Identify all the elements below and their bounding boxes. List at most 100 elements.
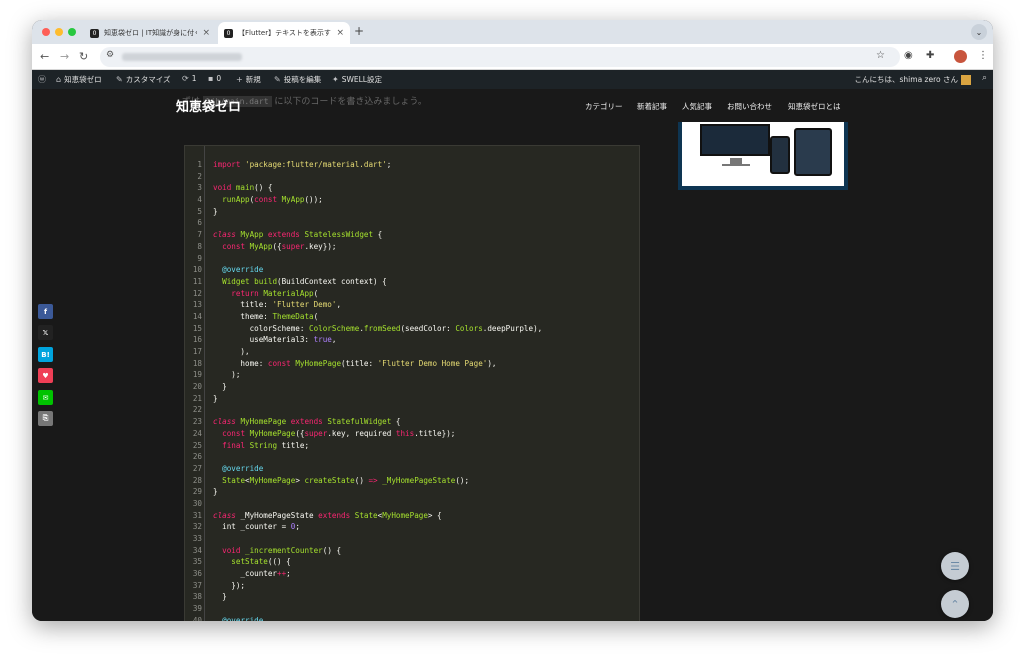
code-token: ; — [295, 522, 300, 532]
code-text: } — [213, 207, 218, 216]
reload-icon[interactable]: ↻ — [79, 50, 88, 63]
code-line: 19 ); — [185, 370, 639, 382]
tab-flutter-article[interactable]: 0 【Flutter】テキストを表示する方 × — [218, 22, 350, 44]
site-logo[interactable]: 知恵袋ゼロ — [176, 96, 241, 115]
code-token: useMaterial3: — [213, 335, 314, 345]
nav-category[interactable]: カテゴリー — [585, 101, 623, 112]
code-token: => — [368, 475, 383, 485]
code-token: MyHomePage — [249, 428, 296, 438]
line-number: 15 — [192, 323, 202, 333]
comment-icon: ▪ — [208, 74, 214, 83]
code-token: 'Flutter Demo Home Page' — [377, 358, 488, 368]
code-token: ; — [386, 160, 392, 169]
table-of-contents-button[interactable]: ☰ — [941, 552, 969, 580]
line-number: 32 — [192, 522, 202, 532]
nav-popular[interactable]: 人気記事 — [682, 101, 712, 112]
puzzle-icon[interactable]: ✚ — [926, 50, 934, 61]
browser-window: 0 知恵袋ゼロ | IT知識が身に付くブ × 0 【Flutter】テキストを表… — [32, 20, 993, 621]
code-token: title; — [281, 440, 310, 450]
code-token: } — [213, 487, 218, 497]
minimize-window-button[interactable] — [55, 28, 63, 36]
code-token: home: — [213, 358, 268, 368]
kebab-menu-icon[interactable]: ⋮ — [978, 50, 988, 61]
code-token: (BuildContext context) { — [277, 276, 387, 286]
code-text: } — [213, 394, 218, 403]
close-tab-icon[interactable]: × — [336, 28, 344, 38]
tab-chiebukuro-home[interactable]: 0 知恵袋ゼロ | IT知識が身に付くブ × — [84, 22, 216, 44]
wordpress-logo-icon[interactable]: ⓦ — [38, 74, 49, 85]
user-avatar — [961, 74, 971, 85]
admin-swell-settings[interactable]: ✦ SWELL設定 — [332, 74, 382, 85]
share-facebook-button[interactable]: f — [38, 304, 53, 319]
zoom-window-button[interactable] — [68, 28, 76, 36]
share-pocket-button[interactable]: ♥ — [38, 368, 53, 383]
code-text: @override — [213, 464, 263, 473]
code-token: } — [213, 382, 227, 392]
code-token: return — [231, 288, 264, 298]
code-token: }); — [213, 580, 246, 590]
nav-new-posts[interactable]: 新着記事 — [637, 101, 667, 112]
close-tab-icon[interactable]: × — [202, 28, 210, 38]
profile-avatar[interactable] — [954, 50, 967, 63]
admin-new[interactable]: + 新規 — [236, 74, 261, 85]
tab-title: 【Flutter】テキストを表示する方 — [238, 29, 331, 37]
code-text: const MyHomePage({super.key, required th… — [213, 429, 455, 438]
code-token: .title}); — [414, 428, 456, 438]
code-text: useMaterial3: true, — [213, 335, 337, 345]
line-number: 11 — [192, 276, 202, 286]
share-x-button[interactable]: 𝕏 — [38, 325, 53, 340]
code-line: 13 title: 'Flutter Demo', — [185, 300, 639, 312]
code-text: setState(() { — [213, 557, 290, 566]
code-line: 34 void _incrementCounter() { — [185, 546, 639, 558]
nav-contact[interactable]: お問い合わせ — [727, 101, 772, 112]
extension-icon[interactable]: ◉ — [904, 50, 913, 61]
code-line: 20 } — [185, 382, 639, 394]
plus-icon: + — [236, 75, 243, 84]
code-block: 1 import 'package:flutter/material.dart';… — [184, 145, 640, 621]
monitor-illustration — [700, 124, 770, 156]
share-copy-button[interactable]: ⎘ — [38, 411, 53, 426]
share-line-button[interactable]: ✉ — [38, 390, 53, 405]
code-token: import — [213, 160, 246, 169]
forward-arrow-icon[interactable]: → — [60, 50, 69, 63]
code-token: ), — [487, 358, 497, 368]
line-number: 24 — [192, 428, 202, 438]
code-line: 4 runApp(const MyApp()); — [185, 195, 639, 207]
code-token: main — [235, 183, 255, 193]
admin-comments[interactable]: ▪ 0 — [208, 74, 221, 83]
admin-site-name[interactable]: ⌂ 知恵袋ゼロ — [56, 74, 102, 85]
admin-account[interactable]: こんにちは、shima zero さん — [855, 74, 971, 85]
code-token: MyHomePage — [382, 510, 428, 520]
monitor-base — [722, 164, 750, 166]
line-number: 4 — [197, 195, 202, 205]
code-token: ({ — [272, 241, 282, 251]
code-text: class _MyHomePageState extends State<MyH… — [213, 511, 442, 520]
code-text: @override — [213, 616, 263, 621]
new-tab-button[interactable]: + — [354, 24, 364, 38]
code-token: _counter — [213, 569, 278, 579]
admin-customize[interactable]: ✎ カスタマイズ — [116, 74, 170, 85]
address-bar[interactable]: ⚙ — [100, 47, 900, 67]
code-token: title: — [213, 300, 273, 310]
share-hatena-button[interactable]: B! — [38, 347, 53, 362]
close-window-button[interactable] — [42, 28, 50, 36]
code-line: 30 — [185, 499, 639, 511]
code-token: MyHomePage — [249, 475, 296, 485]
site-info-icon[interactable]: ⚙ — [106, 50, 114, 60]
code-text: void main() { — [213, 183, 272, 192]
search-icon[interactable]: ⌕ — [982, 73, 987, 83]
admin-updates[interactable]: ⟳ 1 — [182, 74, 196, 83]
bookmark-star-icon[interactable]: ☆ — [876, 50, 885, 61]
tab-search-chevron-down-icon[interactable]: ⌄ — [971, 24, 987, 40]
admin-edit-post[interactable]: ✎ 投稿を編集 — [274, 74, 321, 85]
code-token: ; — [286, 569, 291, 579]
nav-about[interactable]: 知恵袋ゼロとは — [788, 101, 841, 112]
code-token: ++ — [277, 569, 287, 579]
code-token: super — [281, 241, 305, 251]
back-arrow-icon[interactable]: ← — [40, 50, 49, 63]
sidebar-banner[interactable] — [678, 122, 848, 190]
scroll-to-top-button[interactable]: ⌃ — [941, 590, 969, 618]
